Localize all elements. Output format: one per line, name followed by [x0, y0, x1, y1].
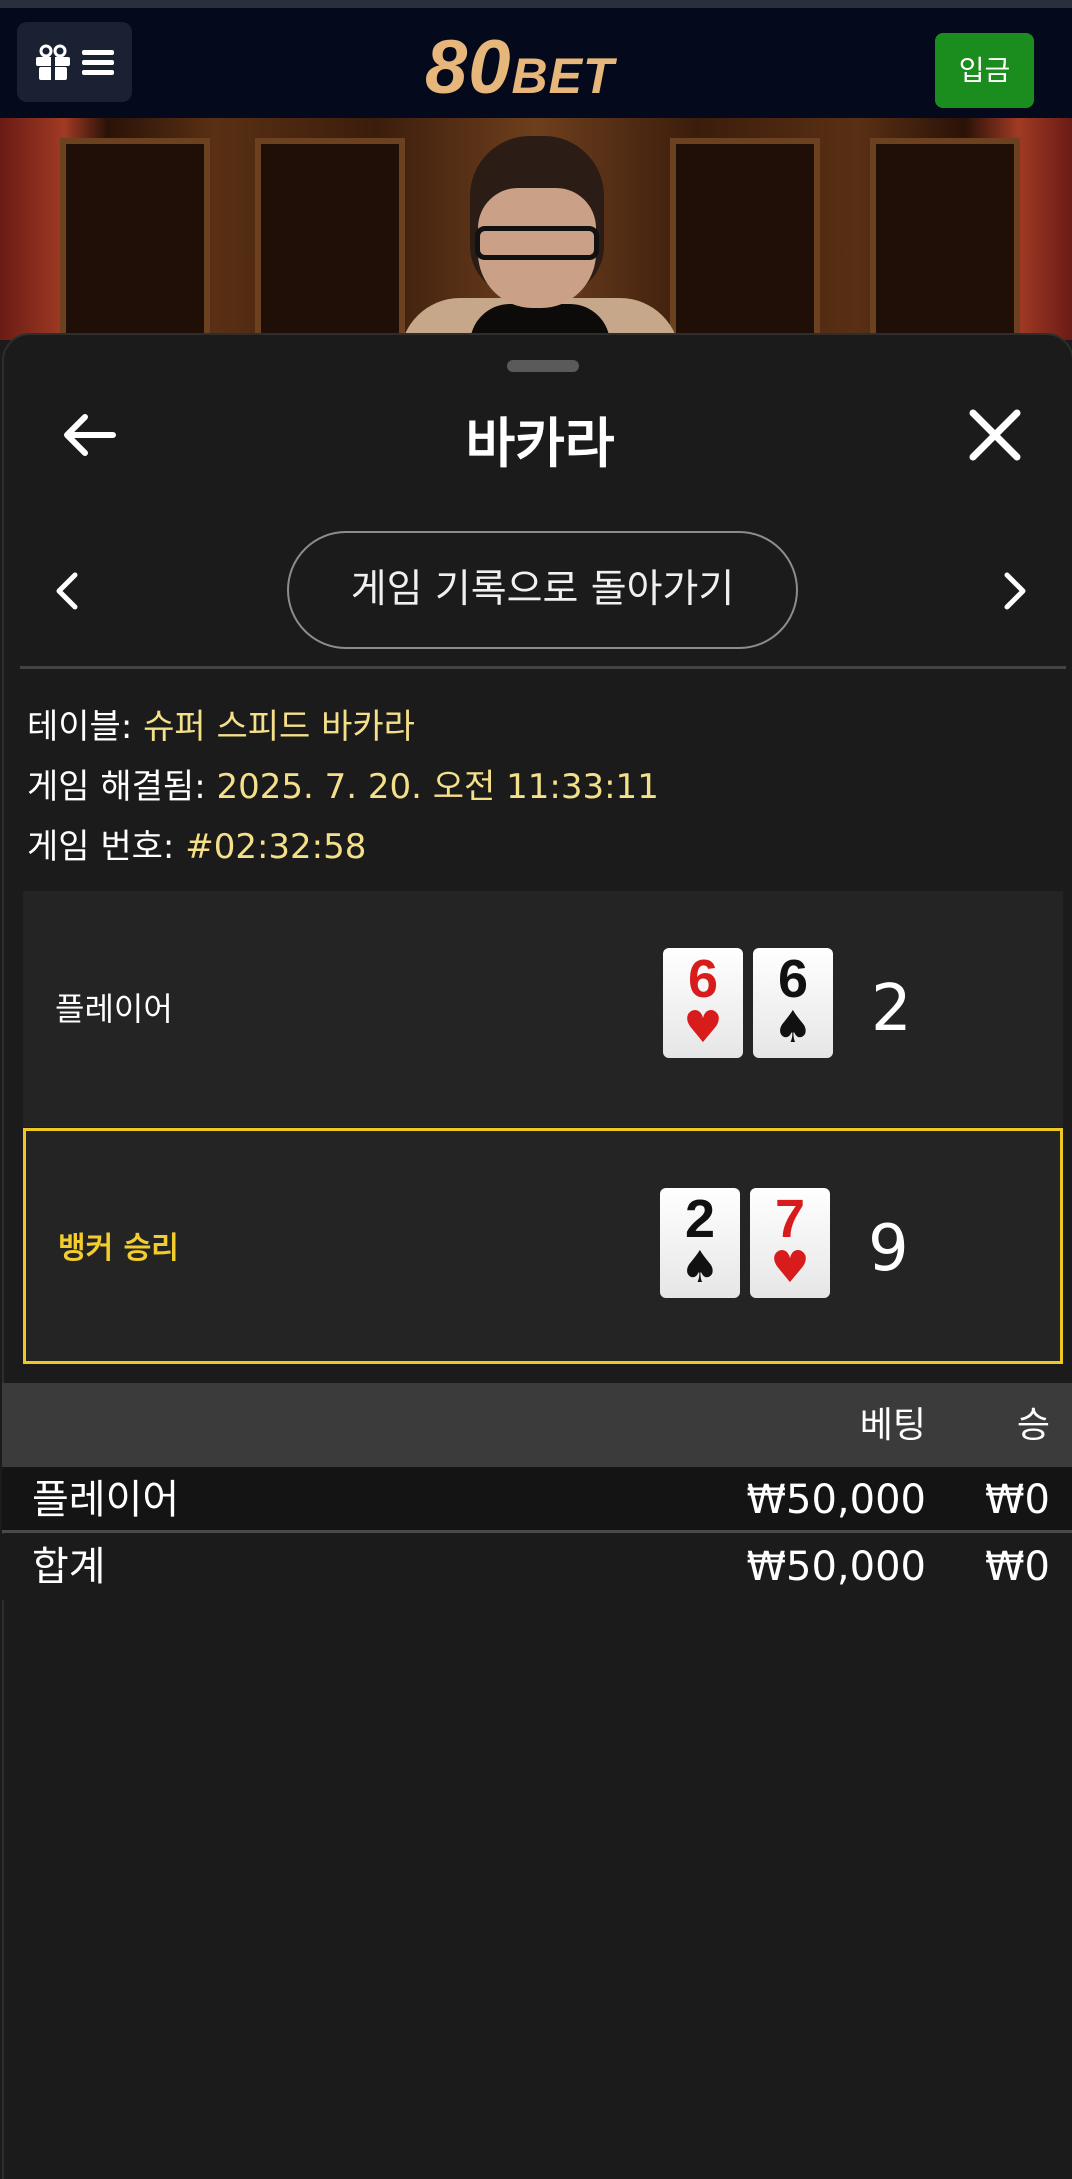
close-icon[interactable] — [967, 407, 1023, 463]
bets-table-header: 베팅 승 — [2, 1383, 1072, 1468]
banker-hand-row: 뱅커 승리 2 ♠ 7 ♥ 9 — [23, 1128, 1063, 1364]
chevron-right-icon[interactable] — [997, 567, 1033, 615]
table-total-row: 합계 ₩50,000 ₩0 — [2, 1534, 1072, 1600]
logo-suffix: BET — [511, 48, 615, 104]
game-number-label: 게임 번호: — [27, 827, 175, 867]
card-rank: 6 — [777, 949, 809, 1009]
column-header-win: 승 — [1016, 1405, 1050, 1446]
card-rank: 7 — [774, 1189, 806, 1249]
player-hand-row: 플레이어 6 ♥ 6 ♠ 2 — [23, 891, 1063, 1127]
spade-suit-icon: ♠ — [773, 1002, 813, 1053]
banker-score: 9 — [868, 1212, 909, 1286]
table-value: 슈퍼 스피드 바카라 — [143, 707, 415, 747]
drag-handle[interactable] — [507, 360, 579, 372]
bet-amount: ₩50,000 — [746, 1477, 926, 1523]
playing-card: 7 ♥ — [750, 1188, 830, 1298]
total-label: 합계 — [32, 1544, 106, 1590]
win-amount: ₩0 — [985, 1477, 1050, 1523]
table-info: 테이블: 슈퍼 스피드 바카라 — [27, 699, 415, 748]
resolved-info: 게임 해결됨: 2025. 7. 20. 오전 11:33:11 — [27, 759, 659, 808]
playing-card: 6 ♠ — [753, 948, 833, 1058]
table-row: 플레이어 ₩50,000 ₩0 — [2, 1467, 1072, 1533]
bet-name: 플레이어 — [32, 1477, 180, 1523]
table-label: 테이블: — [27, 707, 133, 747]
sheet-title: 바카라 — [465, 412, 615, 475]
deposit-button[interactable]: 입금 — [935, 33, 1034, 108]
banker-win-label: 뱅커 승리 — [58, 1231, 179, 1266]
background-panel — [670, 138, 820, 340]
resolved-value: 2025. 7. 20. 오전 11:33:11 — [216, 767, 659, 807]
player-hand-label: 플레이어 — [55, 990, 173, 1028]
chevron-left-icon[interactable] — [49, 567, 85, 615]
card-rank: 6 — [687, 949, 719, 1009]
game-number-info: 게임 번호: #02:32:58 — [27, 819, 366, 868]
playing-card: 6 ♥ — [663, 948, 743, 1058]
divider — [20, 666, 1066, 669]
heart-suit-icon: ♥ — [683, 1002, 723, 1053]
player-score: 2 — [871, 972, 912, 1046]
spade-suit-icon: ♠ — [680, 1242, 720, 1293]
background-panel — [60, 138, 210, 340]
dealer-glasses — [475, 226, 599, 260]
total-win-amount: ₩0 — [985, 1544, 1050, 1590]
dealer-video-feed — [0, 118, 1072, 340]
heart-suit-icon: ♥ — [770, 1242, 810, 1293]
menu-button[interactable] — [17, 22, 132, 102]
back-to-history-button[interactable]: 게임 기록으로 돌아가기 — [287, 531, 798, 649]
resolved-label: 게임 해결됨: — [27, 767, 206, 807]
background-panel — [255, 138, 405, 340]
top-bar: 80BET 입금 — [0, 0, 1072, 118]
gift-icon — [36, 44, 70, 80]
total-bet-amount: ₩50,000 — [746, 1544, 926, 1590]
brand-logo[interactable]: 80BET — [425, 28, 615, 108]
game-detail-sheet: 바카라 게임 기록으로 돌아가기 테이블: 슈퍼 스피드 바카라 게임 해결됨:… — [2, 333, 1072, 2179]
playing-card: 2 ♠ — [660, 1188, 740, 1298]
card-rank: 2 — [684, 1189, 716, 1249]
background-panel — [870, 138, 1020, 340]
column-header-bet: 베팅 — [859, 1405, 926, 1446]
game-number-value: #02:32:58 — [185, 827, 367, 867]
hamburger-menu-icon — [82, 50, 114, 75]
logo-main: 80 — [425, 25, 512, 110]
